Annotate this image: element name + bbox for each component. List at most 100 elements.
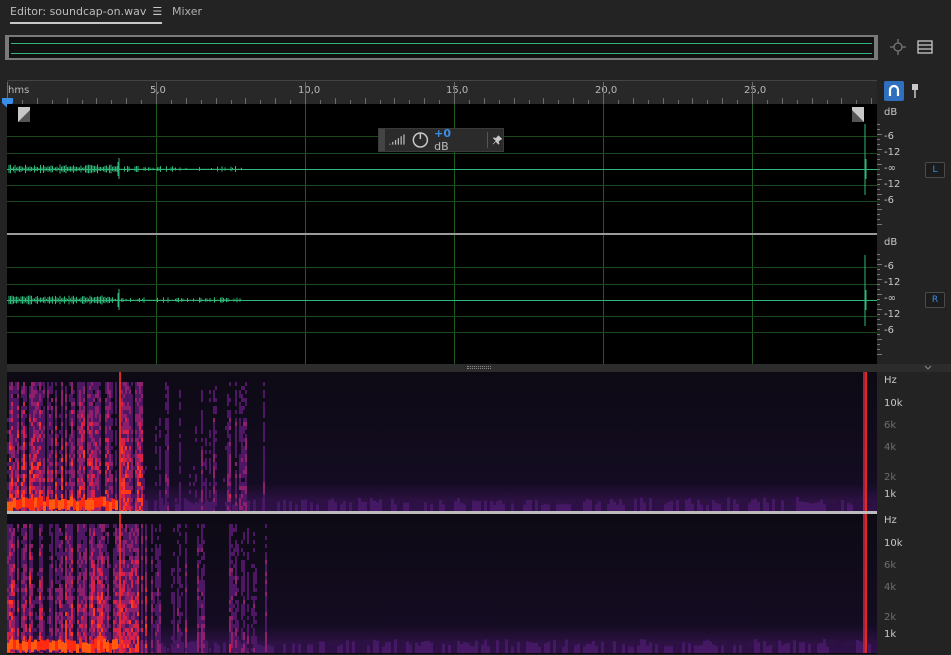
fade-out-handle[interactable]: [852, 107, 864, 122]
db-tick: [877, 134, 882, 135]
tab-editor-label: Editor: soundcap-on.wav: [10, 5, 147, 18]
db-tick: [877, 299, 880, 300]
channel-tag-left[interactable]: L: [925, 162, 945, 178]
db-tick: [877, 259, 880, 260]
ruler-tick: [305, 82, 306, 104]
db-tick: [877, 289, 880, 290]
db-tick: [877, 129, 880, 130]
hz-label: 2k: [884, 612, 897, 623]
tab-editor[interactable]: Editor: soundcap-on.wav ☰: [10, 5, 163, 24]
db-tick: [877, 354, 882, 355]
db-tick: [877, 159, 880, 160]
db-label: -∞: [884, 293, 896, 304]
pin-icon[interactable]: [908, 82, 922, 100]
db-tick: [877, 174, 880, 175]
db-tick: [877, 219, 880, 220]
ruler-tick: [156, 82, 157, 104]
db-label: -∞: [884, 163, 896, 174]
amplitude-ruler: dB -6 -12 -∞ -12 -6 L dB -6 -12 -∞ -12 -…: [877, 104, 951, 364]
db-tick: [877, 204, 880, 205]
db-label: -12: [884, 179, 901, 190]
db-tick: [877, 199, 880, 200]
ruler-label-5: 5,0: [150, 85, 166, 96]
tab-menu-icon[interactable]: ☰: [152, 5, 162, 18]
hz-unit-right: Hz: [884, 515, 897, 526]
db-tick: [877, 214, 880, 215]
volume-hud[interactable]: +0 dB: [378, 127, 504, 153]
splitter-grip[interactable]: [467, 366, 491, 369]
db-tick: [877, 264, 882, 265]
volume-value: +0: [434, 127, 452, 140]
hz-label: 6k: [884, 560, 897, 571]
fade-in-handle[interactable]: [18, 107, 30, 122]
db-label: -12: [884, 147, 901, 158]
db-tick: [877, 254, 880, 255]
db-tick: [877, 349, 880, 350]
magnet-icon[interactable]: [884, 81, 904, 101]
chevron-down-icon[interactable]: [924, 365, 932, 371]
spectrogram-image: [7, 514, 877, 653]
db-tick: [877, 124, 880, 125]
ruler-label-25: 25,0: [744, 85, 767, 96]
db-tick: [877, 179, 882, 180]
volume-unit: dB: [434, 140, 449, 153]
hz-label: 4k: [884, 582, 897, 593]
db-unit-right: dB: [884, 237, 898, 248]
panel-tab-bar: Editor: soundcap-on.wav ☰ Mixer: [0, 0, 951, 26]
hz-label: 6k: [884, 420, 897, 431]
db-tick: [877, 319, 880, 320]
spectral-channel-right[interactable]: [7, 514, 877, 653]
time-ruler[interactable]: hms 5,0 10,0 15,0 20,0 25,0: [7, 80, 877, 104]
db-tick: [877, 269, 880, 270]
waveform-channel-right[interactable]: [7, 235, 877, 364]
hz-label: 1k: [884, 489, 897, 500]
zoom-navigator-icon[interactable]: [887, 37, 909, 57]
tab-mixer[interactable]: Mixer: [172, 5, 202, 18]
db-tick: [877, 279, 882, 280]
ruler-tick: [752, 82, 753, 104]
hz-label: 10k: [884, 538, 903, 549]
ruler-tick: [454, 82, 455, 104]
ruler-label-10: 10,0: [298, 85, 321, 96]
db-tick: [877, 224, 882, 225]
view-splitter[interactable]: [7, 364, 951, 372]
ruler-tick: [603, 82, 604, 104]
db-tick: [877, 334, 880, 335]
db-tick: [877, 284, 880, 285]
db-label: -6: [884, 261, 894, 272]
hz-label: 10k: [884, 398, 903, 409]
hz-label: 2k: [884, 472, 897, 483]
hud-pin-icon[interactable]: [492, 134, 503, 146]
spectral-channel-left[interactable]: [7, 372, 877, 511]
waveform-trace: [8, 255, 867, 326]
db-tick: [877, 164, 882, 165]
volume-readout[interactable]: +0 dB: [434, 127, 467, 153]
db-label: -6: [884, 325, 894, 336]
overview-navigator[interactable]: [5, 35, 878, 60]
waveform-trace: [8, 124, 867, 195]
hz-unit-left: Hz: [884, 375, 897, 386]
db-tick: [877, 209, 882, 210]
db-unit-left: dB: [884, 107, 898, 118]
list-menu-icon[interactable]: [914, 37, 936, 57]
overview-right-handle[interactable]: [874, 35, 878, 60]
playhead-marker[interactable]: [2, 93, 13, 108]
spectral-frequency-view[interactable]: [7, 372, 877, 654]
db-tick: [877, 324, 882, 325]
level-bars-icon: [388, 134, 405, 145]
db-tick: [877, 274, 880, 275]
hz-label: 4k: [884, 442, 897, 453]
overview-channel-right: [11, 53, 872, 54]
overview-channel-left: [11, 43, 872, 44]
hud-drag-grip[interactable]: [379, 129, 385, 151]
db-tick: [877, 154, 880, 155]
db-tick: [877, 329, 880, 330]
db-label: -12: [884, 277, 901, 288]
overview-left-handle[interactable]: [5, 35, 9, 60]
volume-knob-icon[interactable]: [411, 130, 430, 150]
hud-separator: [486, 132, 488, 148]
audio-editor-window: Editor: soundcap-on.wav ☰ Mixer hms 5,0 1…: [0, 0, 951, 655]
waveform-channel-left[interactable]: [7, 104, 877, 233]
channel-tag-right[interactable]: R: [925, 292, 945, 308]
db-label: -6: [884, 131, 894, 142]
